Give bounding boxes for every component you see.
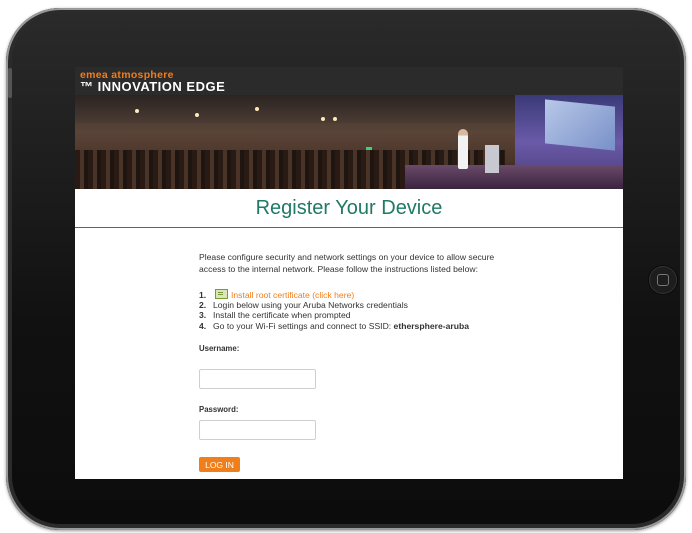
ssid-name: ethersphere-aruba — [393, 320, 470, 331]
step-text: Login below using your Aruba Networks cr… — [213, 299, 408, 310]
ceiling-light — [333, 117, 337, 121]
page-title: Register Your Device — [255, 197, 443, 219]
instruction-list: 1. Install root certificate (click here) … — [199, 289, 529, 331]
ceiling-light — [321, 117, 325, 121]
hero-speaker — [458, 129, 468, 169]
step-number: 2. — [199, 299, 207, 310]
ceiling-light — [195, 113, 199, 117]
instruction-step-2: 2. Login below using your Aruba Networks … — [199, 300, 529, 311]
home-square-icon — [657, 274, 669, 286]
home-button[interactable] — [649, 266, 677, 294]
login-button[interactable]: LOG IN — [199, 457, 240, 472]
step-text: Go to your Wi-Fi settings and connect to… — [213, 320, 394, 331]
username-input[interactable] — [199, 369, 316, 389]
intro-text: Please configure security and network se… — [199, 252, 495, 274]
ceiling-light — [255, 107, 259, 111]
certificate-icon[interactable] — [215, 289, 228, 299]
password-label: Password: — [199, 405, 239, 414]
hero-lectern — [485, 145, 499, 173]
install-certificate-link[interactable]: Install root certificate (click here) — [231, 290, 354, 300]
device-screen: emea atmosphere ™ INNOVATION EDGE Regist… — [75, 67, 623, 479]
instruction-step-3: 3. Install the certificate when prompted — [199, 310, 529, 321]
brand-header: emea atmosphere ™ INNOVATION EDGE — [75, 67, 623, 95]
hero-projection-screen — [545, 99, 615, 151]
page-header: Register Your Device — [75, 189, 623, 228]
step-text: Install the certificate when prompted — [213, 310, 351, 320]
ceiling-light — [135, 109, 139, 113]
instruction-step-4: 4. Go to your Wi-Fi settings and connect … — [199, 321, 529, 332]
password-input[interactable] — [199, 420, 316, 440]
instruction-step-1: 1. Install root certificate (click here) — [199, 289, 529, 300]
brand-tagline: ™ INNOVATION EDGE — [80, 79, 226, 94]
side-switch — [8, 68, 12, 98]
step-number: 4. — [199, 320, 207, 331]
hero-banner-image — [75, 95, 623, 189]
hero-stage — [405, 165, 623, 189]
step-number: 3. — [199, 310, 207, 320]
username-label: Username: — [199, 344, 240, 353]
